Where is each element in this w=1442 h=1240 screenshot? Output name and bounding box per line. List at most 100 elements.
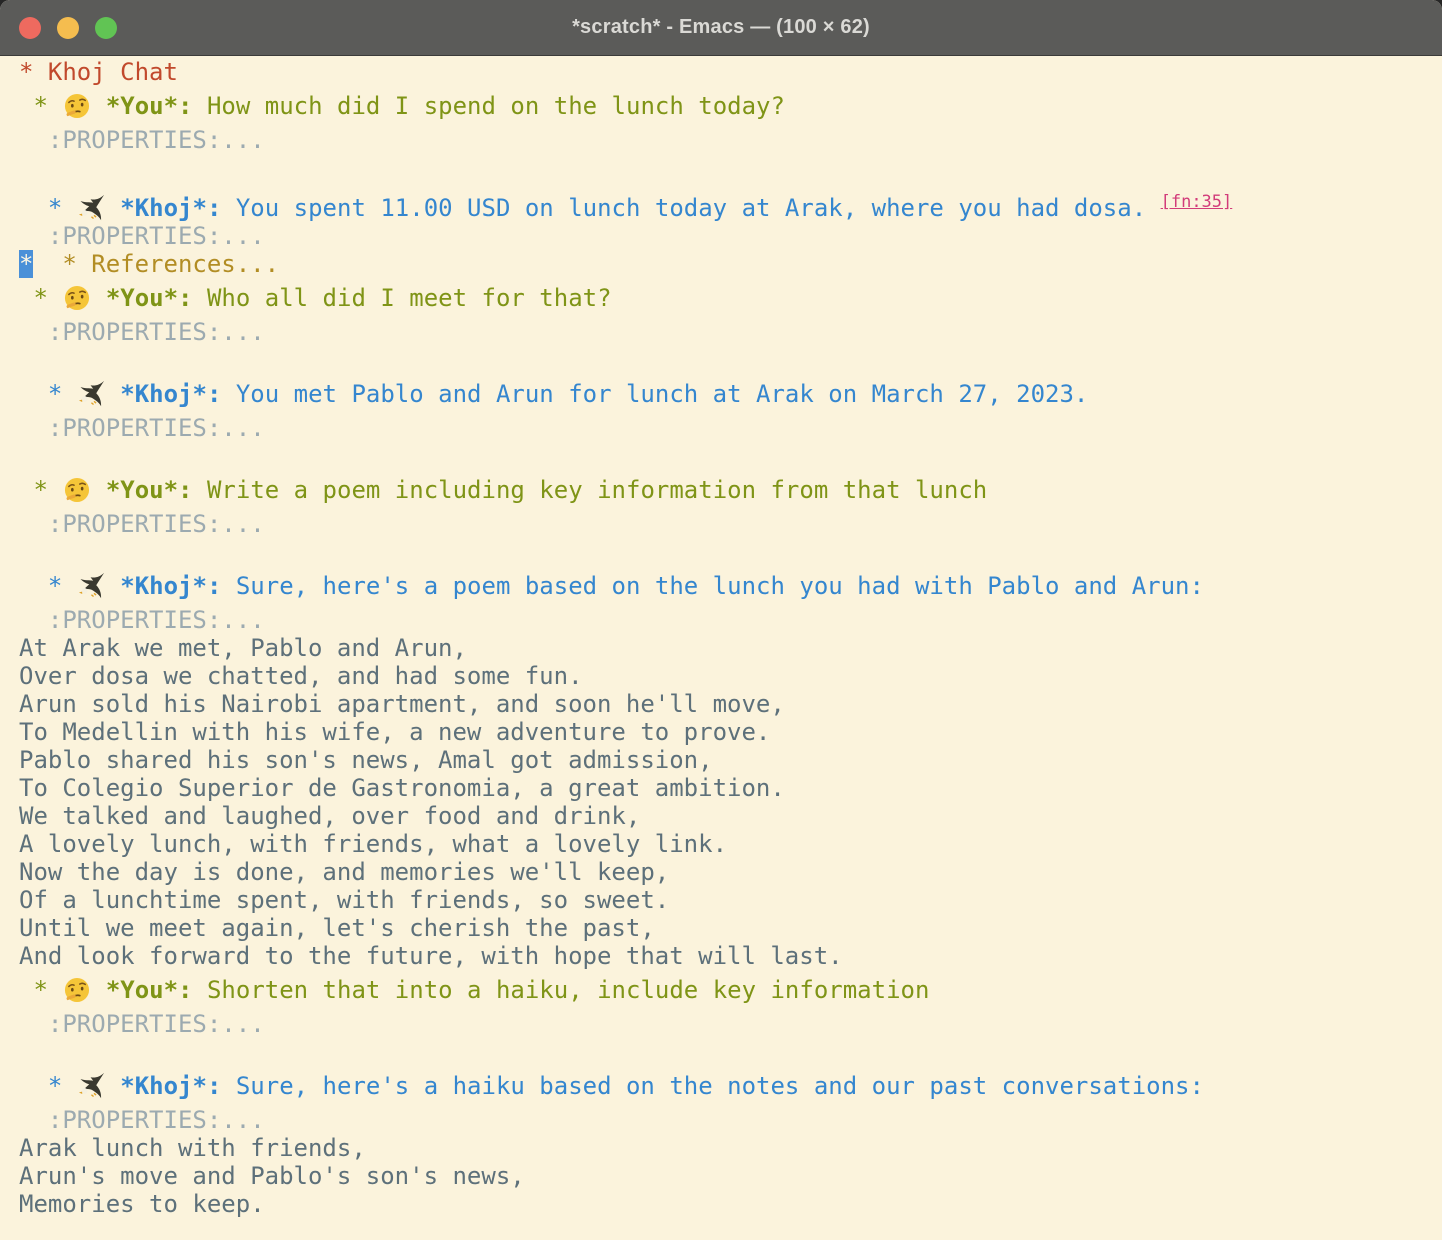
text-segment: * <box>19 284 62 312</box>
text-segment <box>106 194 120 222</box>
text-segment: :PROPERTIES:... <box>19 126 265 154</box>
chat-you-line: * *You*: Write a poem including key info… <box>19 470 1436 510</box>
properties-drawer: :PROPERTIES:... <box>19 1010 1436 1038</box>
text-segment: Shorten that into a haiku, include key i… <box>193 976 930 1004</box>
text-segment: :PROPERTIES:... <box>19 606 265 634</box>
blank-line <box>19 1038 1436 1066</box>
titlebar[interactable]: *scratch* - Emacs — (100 × 62) <box>0 0 1442 56</box>
text-segment: * <box>19 976 62 1004</box>
editor-buffer[interactable]: * Khoj Chat * *You*: How much did I spen… <box>0 56 1442 1218</box>
text-segment: * <box>19 476 62 504</box>
text-segment: *You*: <box>106 284 193 312</box>
thinking-face-icon <box>62 278 91 318</box>
text-segment: To Medellin with his wife, a new adventu… <box>19 718 770 746</box>
text-segment: * <box>19 1072 77 1100</box>
text-segment <box>106 572 120 600</box>
thinking-face-icon <box>62 970 91 1010</box>
properties-drawer: :PROPERTIES:... <box>19 1106 1436 1134</box>
text-segment <box>33 250 62 278</box>
emacs-window: *scratch* - Emacs — (100 × 62) * Khoj Ch… <box>0 0 1442 1240</box>
text-segment: Sure, here's a haiku based on the notes … <box>221 1072 1204 1100</box>
blank-line <box>19 538 1436 566</box>
chat-khoj-line: * *Khoj*: Sure, here's a haiku based on … <box>19 1066 1436 1106</box>
chat-khoj-line: * *Khoj*: Sure, here's a poem based on t… <box>19 566 1436 606</box>
poem-line: A lovely lunch, with friends, what a lov… <box>19 830 1436 858</box>
zoom-button[interactable] <box>95 17 117 39</box>
text-segment <box>91 284 105 312</box>
text-segment <box>106 380 120 408</box>
poem-line: At Arak we met, Pablo and Arun, <box>19 634 1436 662</box>
text-segment <box>91 976 105 1004</box>
text-segment: Arun sold his Nairobi apartment, and soo… <box>19 690 785 718</box>
chat-you-line: * *You*: How much did I spend on the lun… <box>19 86 1436 126</box>
properties-drawer: :PROPERTIES:... <box>19 318 1436 346</box>
text-segment: * <box>19 194 77 222</box>
text-segment: A lovely lunch, with friends, what a lov… <box>19 830 727 858</box>
poem-line: Arun sold his Nairobi apartment, and soo… <box>19 690 1436 718</box>
text-segment: * Khoj Chat <box>19 58 178 86</box>
text-segment: We talked and laughed, over food and dri… <box>19 802 640 830</box>
cursor: * <box>19 250 33 278</box>
eagle-icon <box>77 566 106 606</box>
chat-khoj-line: * *Khoj*: You spent 11.00 USD on lunch t… <box>19 182 1436 222</box>
properties-drawer: :PROPERTIES:... <box>19 126 1436 154</box>
window-title: *scratch* - Emacs — (100 × 62) <box>0 16 1442 39</box>
poem-line: Of a lunchtime spent, with friends, so s… <box>19 886 1436 914</box>
references-heading[interactable]: * References... <box>62 250 279 278</box>
text-segment: :PROPERTIES:... <box>19 222 265 250</box>
chat-you-line: * *You*: Shorten that into a haiku, incl… <box>19 970 1436 1010</box>
blank-line <box>19 346 1436 374</box>
haiku-line: Arun's move and Pablo's son's news, <box>19 1162 1436 1190</box>
text-segment: You met Pablo and Arun for lunch at Arak… <box>221 380 1088 408</box>
text-segment: Until we meet again, let's cherish the p… <box>19 914 655 942</box>
thinking-face-icon <box>62 86 91 126</box>
blank-line <box>19 442 1436 470</box>
poem-line: We talked and laughed, over food and dri… <box>19 802 1436 830</box>
traffic-lights <box>19 0 117 56</box>
text-segment: Arak lunch with friends, <box>19 1134 366 1162</box>
poem-line: And look forward to the future, with hop… <box>19 942 1436 970</box>
text-segment: Of a lunchtime spent, with friends, so s… <box>19 886 669 914</box>
poem-line: To Colegio Superior de Gastronomia, a gr… <box>19 774 1436 802</box>
text-segment <box>91 92 105 120</box>
text-segment: :PROPERTIES:... <box>19 1106 265 1134</box>
text-segment: Write a poem including key information f… <box>193 476 988 504</box>
chat-khoj-line: * *Khoj*: You met Pablo and Arun for lun… <box>19 374 1436 414</box>
poem-line: Pablo shared his son's news, Amal got ad… <box>19 746 1436 774</box>
text-segment: :PROPERTIES:... <box>19 318 265 346</box>
text-segment: *You*: <box>106 92 193 120</box>
text-segment: Now the day is done, and memories we'll … <box>19 858 669 886</box>
haiku-line: Memories to keep. <box>19 1190 1436 1218</box>
text-segment: *Khoj*: <box>120 1072 221 1100</box>
properties-drawer: :PROPERTIES:... <box>19 414 1436 442</box>
text-segment: You spent 11.00 USD on lunch today at Ar… <box>221 194 1160 222</box>
text-segment: :PROPERTIES:... <box>19 510 265 538</box>
haiku-line: Arak lunch with friends, <box>19 1134 1436 1162</box>
text-segment: Sure, here's a poem based on the lunch y… <box>221 572 1204 600</box>
text-segment: At Arak we met, Pablo and Arun, <box>19 634 467 662</box>
text-segment: * <box>19 380 77 408</box>
eagle-icon <box>77 374 106 414</box>
text-segment: How much did I spend on the lunch today? <box>193 92 785 120</box>
text-segment <box>106 1072 120 1100</box>
text-segment: Arun's move and Pablo's son's news, <box>19 1162 525 1190</box>
org-heading-line: * Khoj Chat <box>19 58 1436 86</box>
text-segment: *Khoj*: <box>120 572 221 600</box>
text-segment: *You*: <box>106 976 193 1004</box>
text-segment: :PROPERTIES:... <box>19 1010 265 1038</box>
text-segment: To Colegio Superior de Gastronomia, a gr… <box>19 774 785 802</box>
text-segment: *You*: <box>106 476 193 504</box>
close-button[interactable] <box>19 17 41 39</box>
text-segment <box>91 476 105 504</box>
poem-line: Now the day is done, and memories we'll … <box>19 858 1436 886</box>
footnote-link[interactable]: [fn:35] <box>1161 192 1233 212</box>
text-segment: :PROPERTIES:... <box>19 414 265 442</box>
blank-line <box>19 154 1436 182</box>
thinking-face-icon <box>62 470 91 510</box>
text-segment: *Khoj*: <box>120 194 221 222</box>
poem-line: Until we meet again, let's cherish the p… <box>19 914 1436 942</box>
chat-you-line: * *You*: Who all did I meet for that? <box>19 278 1436 318</box>
references-line: * * References... <box>19 250 1436 278</box>
minimize-button[interactable] <box>57 17 79 39</box>
text-segment: And look forward to the future, with hop… <box>19 942 843 970</box>
